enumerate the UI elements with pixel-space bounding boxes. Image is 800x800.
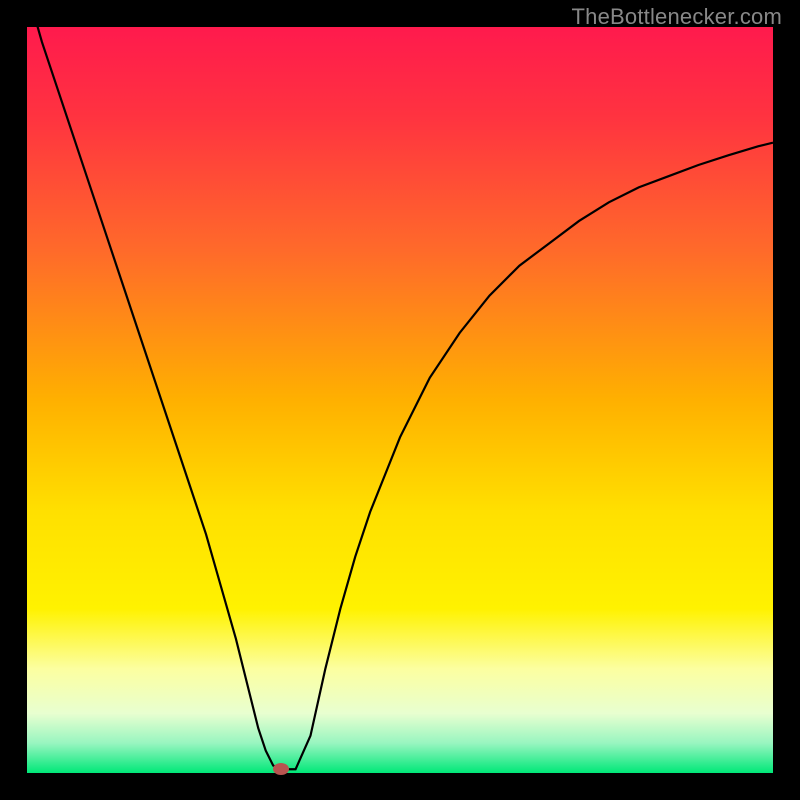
bottleneck-curve [27, 27, 773, 773]
chart-frame [27, 27, 773, 773]
optimal-point-marker [273, 763, 289, 775]
watermark-text: TheBottlenecker.com [572, 4, 782, 30]
